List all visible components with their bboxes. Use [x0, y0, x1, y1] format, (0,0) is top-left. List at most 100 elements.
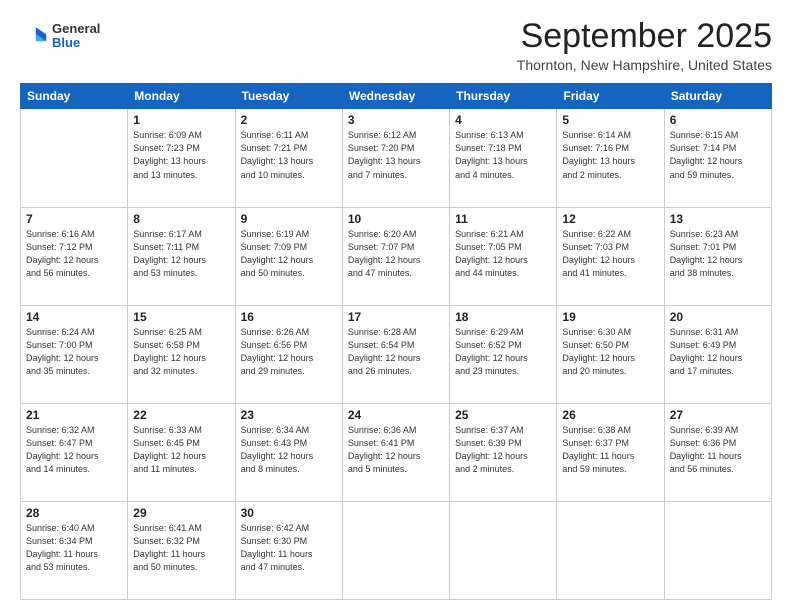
col-tuesday: Tuesday	[235, 84, 342, 109]
col-saturday: Saturday	[664, 84, 771, 109]
col-monday: Monday	[128, 84, 235, 109]
day-number: 5	[562, 113, 658, 127]
table-row: 27 Sunrise: 6:39 AM Sunset: 6:36 PM Dayli…	[664, 403, 771, 501]
day-info: Sunrise: 6:40 AM Sunset: 6:34 PM Dayligh…	[26, 522, 122, 574]
table-row: 5 Sunrise: 6:14 AM Sunset: 7:16 PM Daylig…	[557, 109, 664, 207]
day-number: 30	[241, 506, 337, 520]
day-info: Sunrise: 6:21 AM Sunset: 7:05 PM Dayligh…	[455, 228, 551, 280]
day-info: Sunrise: 6:17 AM Sunset: 7:11 PM Dayligh…	[133, 228, 229, 280]
day-number: 29	[133, 506, 229, 520]
day-info: Sunrise: 6:42 AM Sunset: 6:30 PM Dayligh…	[241, 522, 337, 574]
table-row: 13 Sunrise: 6:23 AM Sunset: 7:01 PM Dayli…	[664, 207, 771, 305]
day-number: 18	[455, 310, 551, 324]
table-row: 22 Sunrise: 6:33 AM Sunset: 6:45 PM Dayli…	[128, 403, 235, 501]
day-info: Sunrise: 6:22 AM Sunset: 7:03 PM Dayligh…	[562, 228, 658, 280]
logo-blue: Blue	[52, 36, 100, 50]
day-number: 3	[348, 113, 444, 127]
month-title: September 2025	[517, 18, 772, 55]
day-number: 16	[241, 310, 337, 324]
table-row: 9 Sunrise: 6:19 AM Sunset: 7:09 PM Daylig…	[235, 207, 342, 305]
day-number: 21	[26, 408, 122, 422]
calendar-header-row: Sunday Monday Tuesday Wednesday Thursday…	[21, 84, 772, 109]
logo-general: General	[52, 22, 100, 36]
day-number: 8	[133, 212, 229, 226]
table-row: 25 Sunrise: 6:37 AM Sunset: 6:39 PM Dayli…	[450, 403, 557, 501]
day-number: 27	[670, 408, 766, 422]
table-row	[664, 501, 771, 599]
day-number: 10	[348, 212, 444, 226]
day-number: 20	[670, 310, 766, 324]
day-info: Sunrise: 6:11 AM Sunset: 7:21 PM Dayligh…	[241, 129, 337, 181]
logo-text: General Blue	[52, 22, 100, 51]
table-row: 15 Sunrise: 6:25 AM Sunset: 6:58 PM Dayli…	[128, 305, 235, 403]
day-number: 7	[26, 212, 122, 226]
table-row: 20 Sunrise: 6:31 AM Sunset: 6:49 PM Dayli…	[664, 305, 771, 403]
day-number: 1	[133, 113, 229, 127]
table-row: 2 Sunrise: 6:11 AM Sunset: 7:21 PM Daylig…	[235, 109, 342, 207]
day-number: 25	[455, 408, 551, 422]
table-row	[342, 501, 449, 599]
table-row: 12Sunrise: 6:22 AM Sunset: 7:03 PM Dayli…	[557, 207, 664, 305]
table-row: 8 Sunrise: 6:17 AM Sunset: 7:11 PM Daylig…	[128, 207, 235, 305]
day-info: Sunrise: 6:32 AM Sunset: 6:47 PM Dayligh…	[26, 424, 122, 476]
table-row: 6Sunrise: 6:15 AM Sunset: 7:14 PM Daylig…	[664, 109, 771, 207]
day-info: Sunrise: 6:36 AM Sunset: 6:41 PM Dayligh…	[348, 424, 444, 476]
table-row: 10 Sunrise: 6:20 AM Sunset: 7:07 PM Dayli…	[342, 207, 449, 305]
day-info: Sunrise: 6:14 AM Sunset: 7:16 PM Dayligh…	[562, 129, 658, 181]
day-info: Sunrise: 6:16 AM Sunset: 7:12 PM Dayligh…	[26, 228, 122, 280]
calendar-week-row: 21 Sunrise: 6:32 AM Sunset: 6:47 PM Dayli…	[21, 403, 772, 501]
day-info: Sunrise: 6:39 AM Sunset: 6:36 PM Dayligh…	[670, 424, 766, 476]
calendar-table: Sunday Monday Tuesday Wednesday Thursday…	[20, 83, 772, 600]
calendar-week-row: 7 Sunrise: 6:16 AM Sunset: 7:12 PM Daylig…	[21, 207, 772, 305]
day-info: Sunrise: 6:09 AM Sunset: 7:23 PM Dayligh…	[133, 129, 229, 181]
table-row: 3 Sunrise: 6:12 AM Sunset: 7:20 PM Daylig…	[342, 109, 449, 207]
calendar-week-row: 28 Sunrise: 6:40 AM Sunset: 6:34 PM Dayli…	[21, 501, 772, 599]
table-row: 16 Sunrise: 6:26 AM Sunset: 6:56 PM Dayli…	[235, 305, 342, 403]
day-info: Sunrise: 6:26 AM Sunset: 6:56 PM Dayligh…	[241, 326, 337, 378]
table-row: 26Sunrise: 6:38 AM Sunset: 6:37 PM Dayli…	[557, 403, 664, 501]
table-row: 14Sunrise: 6:24 AM Sunset: 7:00 PM Dayli…	[21, 305, 128, 403]
table-row: 21 Sunrise: 6:32 AM Sunset: 6:47 PM Dayli…	[21, 403, 128, 501]
day-number: 17	[348, 310, 444, 324]
table-row: 4Sunrise: 6:13 AM Sunset: 7:18 PM Daylig…	[450, 109, 557, 207]
day-info: Sunrise: 6:34 AM Sunset: 6:43 PM Dayligh…	[241, 424, 337, 476]
col-thursday: Thursday	[450, 84, 557, 109]
day-info: Sunrise: 6:37 AM Sunset: 6:39 PM Dayligh…	[455, 424, 551, 476]
day-info: Sunrise: 6:33 AM Sunset: 6:45 PM Dayligh…	[133, 424, 229, 476]
table-row	[21, 109, 128, 207]
day-number: 22	[133, 408, 229, 422]
day-info: Sunrise: 6:23 AM Sunset: 7:01 PM Dayligh…	[670, 228, 766, 280]
day-number: 14	[26, 310, 122, 324]
day-number: 23	[241, 408, 337, 422]
col-wednesday: Wednesday	[342, 84, 449, 109]
day-number: 19	[562, 310, 658, 324]
calendar-week-row: 14Sunrise: 6:24 AM Sunset: 7:00 PM Dayli…	[21, 305, 772, 403]
calendar-week-row: 1 Sunrise: 6:09 AM Sunset: 7:23 PM Daylig…	[21, 109, 772, 207]
col-friday: Friday	[557, 84, 664, 109]
day-info: Sunrise: 6:25 AM Sunset: 6:58 PM Dayligh…	[133, 326, 229, 378]
day-number: 2	[241, 113, 337, 127]
table-row: 11Sunrise: 6:21 AM Sunset: 7:05 PM Dayli…	[450, 207, 557, 305]
table-row: 18 Sunrise: 6:29 AM Sunset: 6:52 PM Dayli…	[450, 305, 557, 403]
day-info: Sunrise: 6:38 AM Sunset: 6:37 PM Dayligh…	[562, 424, 658, 476]
table-row: 29 Sunrise: 6:41 AM Sunset: 6:32 PM Dayli…	[128, 501, 235, 599]
table-row	[450, 501, 557, 599]
day-info: Sunrise: 6:41 AM Sunset: 6:32 PM Dayligh…	[133, 522, 229, 574]
logo: General Blue	[20, 22, 100, 51]
table-row: 24Sunrise: 6:36 AM Sunset: 6:41 PM Dayli…	[342, 403, 449, 501]
day-info: Sunrise: 6:31 AM Sunset: 6:49 PM Dayligh…	[670, 326, 766, 378]
day-number: 15	[133, 310, 229, 324]
page-header: General Blue September 2025 Thornton, Ne…	[20, 18, 772, 73]
day-info: Sunrise: 6:30 AM Sunset: 6:50 PM Dayligh…	[562, 326, 658, 378]
day-number: 9	[241, 212, 337, 226]
day-info: Sunrise: 6:19 AM Sunset: 7:09 PM Dayligh…	[241, 228, 337, 280]
day-number: 28	[26, 506, 122, 520]
table-row	[557, 501, 664, 599]
table-row: 7 Sunrise: 6:16 AM Sunset: 7:12 PM Daylig…	[21, 207, 128, 305]
day-number: 13	[670, 212, 766, 226]
table-row: 1 Sunrise: 6:09 AM Sunset: 7:23 PM Daylig…	[128, 109, 235, 207]
day-info: Sunrise: 6:20 AM Sunset: 7:07 PM Dayligh…	[348, 228, 444, 280]
day-info: Sunrise: 6:29 AM Sunset: 6:52 PM Dayligh…	[455, 326, 551, 378]
day-info: Sunrise: 6:13 AM Sunset: 7:18 PM Dayligh…	[455, 129, 551, 181]
day-info: Sunrise: 6:12 AM Sunset: 7:20 PM Dayligh…	[348, 129, 444, 181]
